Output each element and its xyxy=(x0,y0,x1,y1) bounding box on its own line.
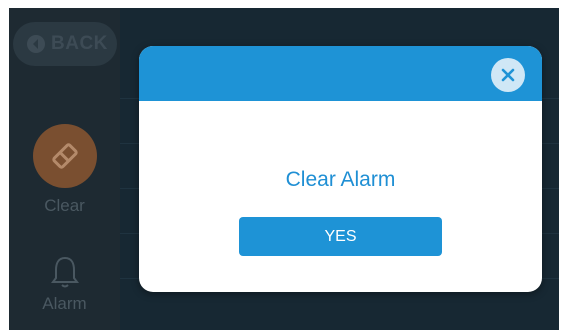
bell-icon xyxy=(45,252,85,292)
back-arrow-icon xyxy=(27,35,45,53)
close-button[interactable] xyxy=(491,58,525,92)
back-button[interactable]: BACK xyxy=(13,22,117,66)
sidebar-item-label: Alarm xyxy=(42,294,87,313)
back-label: BACK xyxy=(51,33,108,54)
dialog-message: Clear Alarm xyxy=(285,168,396,191)
clear-alarm-dialog: Clear Alarm YES xyxy=(139,46,542,292)
sidebar-item-alarm[interactable]: Alarm xyxy=(9,252,120,314)
sidebar: BACK Clear Alarm xyxy=(9,8,120,330)
yes-button[interactable]: YES xyxy=(239,217,442,256)
dialog-header xyxy=(139,46,542,101)
sidebar-item-label: Clear xyxy=(44,196,85,215)
eraser-icon xyxy=(32,124,97,188)
close-icon xyxy=(501,68,515,82)
sidebar-item-clear[interactable]: Clear xyxy=(9,124,120,216)
